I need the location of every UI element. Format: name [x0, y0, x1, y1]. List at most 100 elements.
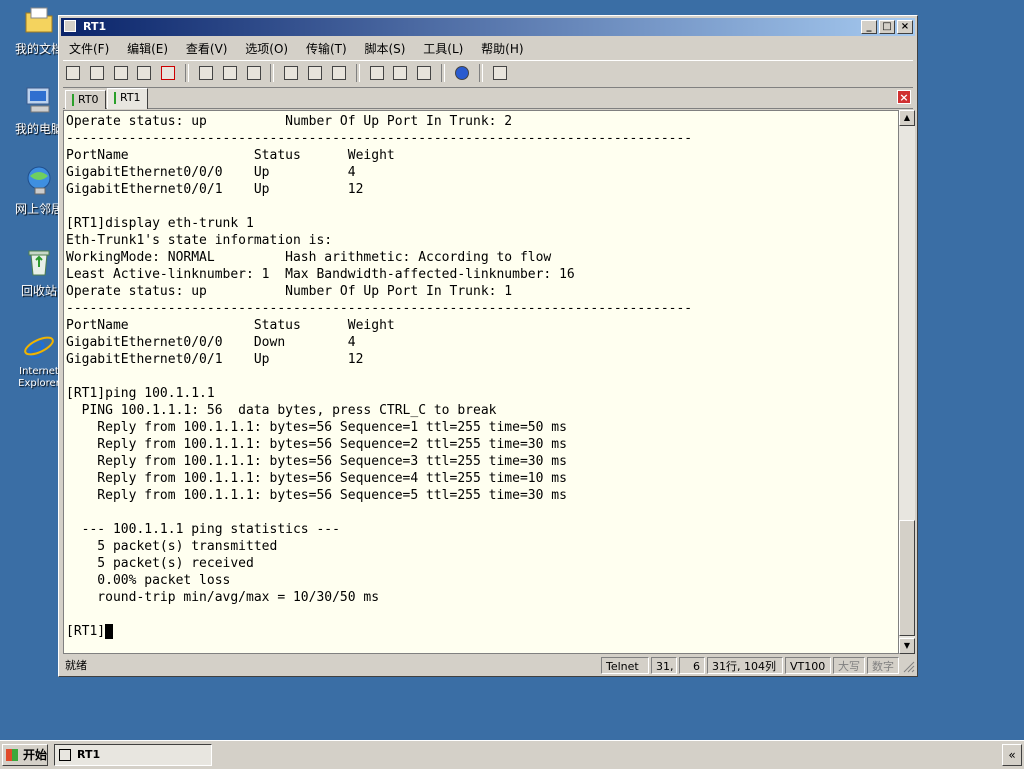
toolbar-separator	[478, 64, 483, 82]
computer-icon	[23, 84, 55, 116]
terminal-line: Operate status: up Number Of Up Port In …	[66, 284, 513, 299]
folder-icon	[23, 4, 55, 36]
paste-icon[interactable]	[221, 64, 239, 82]
status-ready: 就绪	[65, 659, 87, 672]
terminal-line: Eth-Trunk1's state information is:	[66, 233, 333, 248]
print-selection-icon[interactable]	[306, 64, 324, 82]
reconnect-icon[interactable]	[135, 64, 153, 82]
status-row: 31,	[651, 657, 677, 674]
menu-transfer[interactable]: 传输(T)	[300, 38, 353, 59]
menu-edit[interactable]: 编辑(E)	[121, 38, 174, 59]
scroll-thumb[interactable]	[899, 520, 915, 636]
network-icon	[23, 164, 55, 196]
connect-icon[interactable]	[64, 64, 82, 82]
app-icon	[59, 749, 71, 761]
toolbar-separator	[185, 64, 190, 82]
menu-file[interactable]: 文件(F)	[63, 38, 115, 59]
tab-label: RT0	[78, 93, 99, 106]
copy-icon[interactable]	[197, 64, 215, 82]
toolbar-separator	[270, 64, 275, 82]
terminal-text: Operate status: up Number Of Up Port In …	[64, 111, 898, 640]
resize-grip-icon[interactable]	[901, 659, 915, 673]
toolbar	[63, 60, 913, 88]
recycle-bin-icon	[23, 246, 55, 278]
menu-script[interactable]: 脚本(S)	[358, 38, 411, 59]
window-title: RT1	[83, 20, 107, 33]
terminal-window: RT1 _ □ × 文件(F) 编辑(E) 查看(V) 选项(O) 传输(T) …	[58, 15, 918, 677]
global-options-icon[interactable]	[391, 64, 409, 82]
session-options-icon[interactable]	[368, 64, 386, 82]
terminal-line: GigabitEthernet0/0/0 Down 4	[66, 335, 356, 350]
scroll-down-icon[interactable]: ▼	[899, 638, 915, 654]
print-icon[interactable]	[330, 64, 348, 82]
status-col: 6	[679, 657, 705, 674]
tab-label: RT1	[120, 91, 141, 104]
toolbar-separator	[441, 64, 446, 82]
terminal-line: Least Active-linknumber: 1 Max Bandwidth…	[66, 267, 575, 282]
title-bar[interactable]: RT1 _ □ ×	[61, 18, 915, 36]
tab-rt1[interactable]: RT1	[107, 88, 148, 109]
menu-view[interactable]: 查看(V)	[180, 38, 234, 59]
print-setup-icon[interactable]	[282, 64, 300, 82]
terminal-line: Reply from 100.1.1.1: bytes=56 Sequence=…	[66, 488, 567, 503]
status-caps: 大写	[833, 657, 865, 674]
terminal-output[interactable]: Operate status: up Number Of Up Port In …	[63, 110, 899, 654]
find-icon[interactable]	[245, 64, 263, 82]
windows-logo-icon	[6, 749, 18, 761]
terminal-line: WorkingMode: NORMAL Hash arithmetic: Acc…	[66, 250, 552, 265]
status-term-type: VT100	[785, 657, 831, 674]
terminal-line: [RT1]ping 100.1.1.1	[66, 386, 215, 401]
start-button[interactable]: 开始	[2, 744, 48, 766]
menu-tools[interactable]: 工具(L)	[417, 38, 469, 59]
vertical-scrollbar[interactable]: ▲ ▼	[899, 110, 915, 654]
help-icon[interactable]	[453, 64, 471, 82]
terminal-line: ----------------------------------------…	[66, 131, 693, 146]
terminal-line: ----------------------------------------…	[66, 301, 693, 316]
terminal-line: Reply from 100.1.1.1: bytes=56 Sequence=…	[66, 420, 567, 435]
maximize-button[interactable]: □	[879, 20, 895, 34]
terminal-line: PortName Status Weight	[66, 148, 395, 163]
session-tabs: RT0 RT1 ×	[63, 88, 913, 109]
terminal-line: 5 packet(s) received	[66, 556, 254, 571]
terminal-line: [RT1]display eth-trunk 1	[66, 216, 254, 231]
menu-options[interactable]: 选项(O)	[239, 38, 294, 59]
status-size: 31行, 104列	[707, 657, 783, 674]
taskbar-item-label: RT1	[77, 748, 101, 761]
terminal-line: Reply from 100.1.1.1: bytes=56 Sequence=…	[66, 437, 567, 452]
keymap-icon[interactable]	[491, 64, 509, 82]
tray-expand-button[interactable]: «	[1002, 744, 1022, 766]
tab-rt0[interactable]: RT0	[65, 90, 106, 109]
terminal-line: round-trip min/avg/max = 10/30/50 ms	[66, 590, 380, 605]
status-bar: 就绪 Telnet 31, 6 31行, 104列 VT100 大写 数字	[61, 657, 915, 675]
terminal-line: GigabitEthernet0/0/1 Up 12	[66, 182, 364, 197]
close-button[interactable]: ×	[897, 20, 913, 34]
app-icon	[64, 20, 76, 32]
menu-help[interactable]: 帮助(H)	[475, 38, 529, 59]
terminal-line: GigabitEthernet0/0/1 Up 12	[66, 352, 364, 367]
status-marker-icon	[114, 92, 116, 104]
key-icon[interactable]	[415, 64, 433, 82]
status-num: 数字	[867, 657, 899, 674]
terminal-line: PING 100.1.1.1: 56 data bytes, press CTR…	[66, 403, 497, 418]
quick-connect-icon[interactable]	[88, 64, 106, 82]
terminal-line: --- 100.1.1.1 ping statistics ---	[66, 522, 340, 537]
disconnect-icon[interactable]	[159, 64, 177, 82]
minimize-button[interactable]: _	[861, 20, 877, 34]
svg-text:e: e	[27, 330, 46, 362]
terminal-line: Operate status: up Number Of Up Port In …	[66, 114, 513, 129]
toolbar-separator	[355, 64, 360, 82]
scroll-up-icon[interactable]: ▲	[899, 110, 915, 126]
terminal-line: 0.00% packet loss	[66, 573, 231, 588]
status-protocol: Telnet	[601, 657, 649, 674]
status-marker-icon	[72, 94, 74, 106]
terminal-line: Reply from 100.1.1.1: bytes=56 Sequence=…	[66, 454, 567, 469]
terminal-line: [RT1]	[66, 624, 106, 639]
terminal-line: 5 packet(s) transmitted	[66, 539, 278, 554]
menu-bar: 文件(F) 编辑(E) 查看(V) 选项(O) 传输(T) 脚本(S) 工具(L…	[63, 38, 913, 58]
ie-icon: e	[23, 328, 55, 366]
terminal-line: GigabitEthernet0/0/0 Up 4	[66, 165, 356, 180]
close-tab-icon[interactable]: ×	[897, 90, 911, 104]
text-cursor	[105, 624, 114, 639]
connect-tab-icon[interactable]	[112, 64, 130, 82]
taskbar-item-rt1[interactable]: RT1	[54, 744, 212, 766]
